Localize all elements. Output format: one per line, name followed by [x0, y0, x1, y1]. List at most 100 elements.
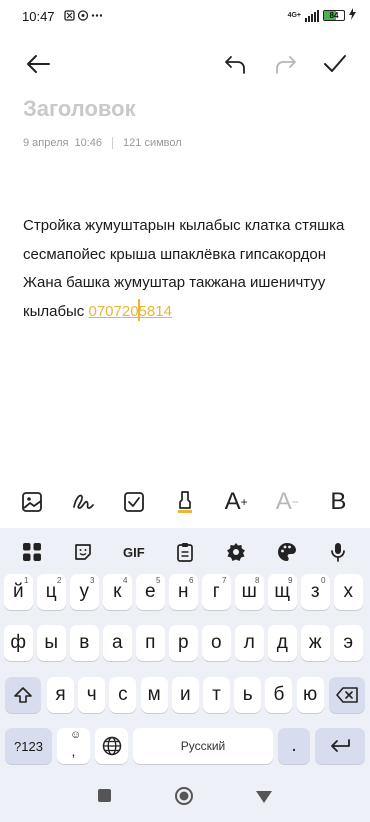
settings-button[interactable] [219, 538, 253, 566]
key-т[interactable]: т [203, 677, 230, 713]
period-key[interactable]: . [278, 728, 310, 764]
key-ф[interactable]: ф [4, 625, 33, 661]
emoji-comma-key[interactable]: ☺ , [57, 728, 90, 764]
backspace-key[interactable] [329, 677, 365, 713]
notification-icons [64, 10, 103, 21]
key-ц[interactable]: ц2 [37, 574, 66, 610]
key-label: б [273, 684, 285, 705]
highlighter-icon [177, 491, 192, 513]
enter-key[interactable] [315, 728, 365, 764]
key-ж[interactable]: ж [301, 625, 330, 661]
text-size-increase-button[interactable]: A + [216, 482, 256, 522]
key-label: а [111, 632, 123, 653]
key-ш[interactable]: ш8 [235, 574, 264, 610]
note-meta: 9 апреля 10:46 121 символ [23, 137, 182, 149]
theme-button[interactable] [270, 538, 304, 566]
back-button[interactable] [22, 48, 54, 80]
key-ч[interactable]: ч [78, 677, 106, 713]
numbers-key[interactable]: ?123 [5, 728, 52, 764]
key-label: л [243, 632, 255, 653]
sticker-button[interactable] [66, 538, 100, 566]
key-label: ж [308, 632, 322, 653]
plus-icon: + [240, 495, 248, 509]
key-м[interactable]: м [140, 677, 168, 713]
recents-button[interactable] [97, 788, 113, 809]
apps-grid-button[interactable] [15, 538, 49, 566]
key-label: т [212, 684, 221, 705]
key-щ[interactable]: щ9 [268, 574, 297, 610]
key-label: з [310, 581, 320, 602]
key-о[interactable]: о [202, 625, 231, 661]
handwriting-button[interactable] [63, 482, 103, 522]
home-button[interactable] [174, 786, 194, 811]
key-с[interactable]: с [109, 677, 137, 713]
key-д[interactable]: д [268, 625, 297, 661]
key-г[interactable]: г7 [202, 574, 231, 610]
key-ю[interactable]: ю [296, 677, 324, 713]
gear-icon [227, 543, 246, 561]
emoji-icon: ☺ [70, 729, 82, 741]
key-в[interactable]: в [70, 625, 99, 661]
voice-input-button[interactable] [321, 538, 355, 566]
image-icon [21, 492, 42, 512]
key-label: х [343, 581, 354, 602]
save-check-button[interactable] [319, 48, 351, 80]
key-к[interactable]: к4 [103, 574, 132, 610]
enter-icon [331, 739, 350, 752]
key-у[interactable]: у3 [70, 574, 99, 610]
key-н[interactable]: н6 [169, 574, 198, 610]
key-е[interactable]: е5 [136, 574, 165, 610]
insert-image-button[interactable] [12, 482, 52, 522]
key-label: с [118, 684, 128, 705]
note-toolbar [0, 40, 370, 86]
key-я[interactable]: я [47, 677, 74, 713]
key-hint: 6 [189, 576, 194, 585]
bold-button[interactable]: B [318, 482, 358, 522]
checklist-button[interactable] [114, 482, 154, 522]
key-label: ь [242, 684, 253, 705]
key-ы[interactable]: ы [37, 625, 66, 661]
key-ь[interactable]: ь [234, 677, 262, 713]
note-body[interactable]: Стройка жумуштарын кылабыс клатка стяшка… [23, 212, 358, 326]
note-char-count: 121 символ [123, 137, 182, 149]
key-а[interactable]: а [103, 625, 132, 661]
palette-icon [278, 543, 297, 561]
key-б[interactable]: б [265, 677, 293, 713]
language-key[interactable] [95, 728, 128, 764]
highlight-button[interactable] [165, 482, 205, 522]
redo-button[interactable] [270, 48, 302, 80]
phone-link[interactable]: 0707205814 [88, 298, 172, 321]
note-title-field[interactable]: Заголовок [23, 96, 136, 122]
microphone-icon [331, 543, 346, 562]
battery-icon: 84 [323, 10, 345, 21]
shift-icon [14, 687, 32, 703]
signal-icon [305, 9, 319, 22]
key-label: ц [45, 581, 57, 602]
redo-icon [276, 56, 296, 74]
key-label: г [212, 581, 220, 602]
shift-key[interactable] [5, 677, 41, 713]
key-й[interactable]: й1 [4, 574, 33, 610]
text-size-decrease-button[interactable]: A − [267, 482, 307, 522]
key-з[interactable]: з0 [301, 574, 330, 610]
key-р[interactable]: р [169, 625, 198, 661]
check-icon [324, 55, 346, 72]
checkbox-icon [123, 492, 144, 512]
clipboard-button[interactable] [168, 538, 202, 566]
key-э[interactable]: э [334, 625, 363, 661]
undo-button[interactable] [219, 48, 251, 80]
space-key[interactable]: Русский [133, 728, 273, 764]
status-right-icons: 4G+ 84 [288, 8, 356, 23]
key-hint: 1 [24, 576, 29, 585]
note-time: 10:46 [74, 137, 103, 149]
key-label: к [113, 581, 122, 602]
key-и[interactable]: и [171, 677, 199, 713]
keyboard: GIF ?123 ☺ , Русский . й 1 ц 2 у 3 к 4 е… [0, 528, 370, 772]
status-bar: 10:47 4G+ 84 [0, 0, 370, 34]
key-л[interactable]: л [235, 625, 264, 661]
nav-back-button[interactable] [255, 790, 273, 809]
gif-button[interactable]: GIF [117, 538, 151, 566]
key-п[interactable]: п [136, 625, 165, 661]
key-х[interactable]: х [334, 574, 363, 610]
key-label: ю [302, 684, 318, 705]
